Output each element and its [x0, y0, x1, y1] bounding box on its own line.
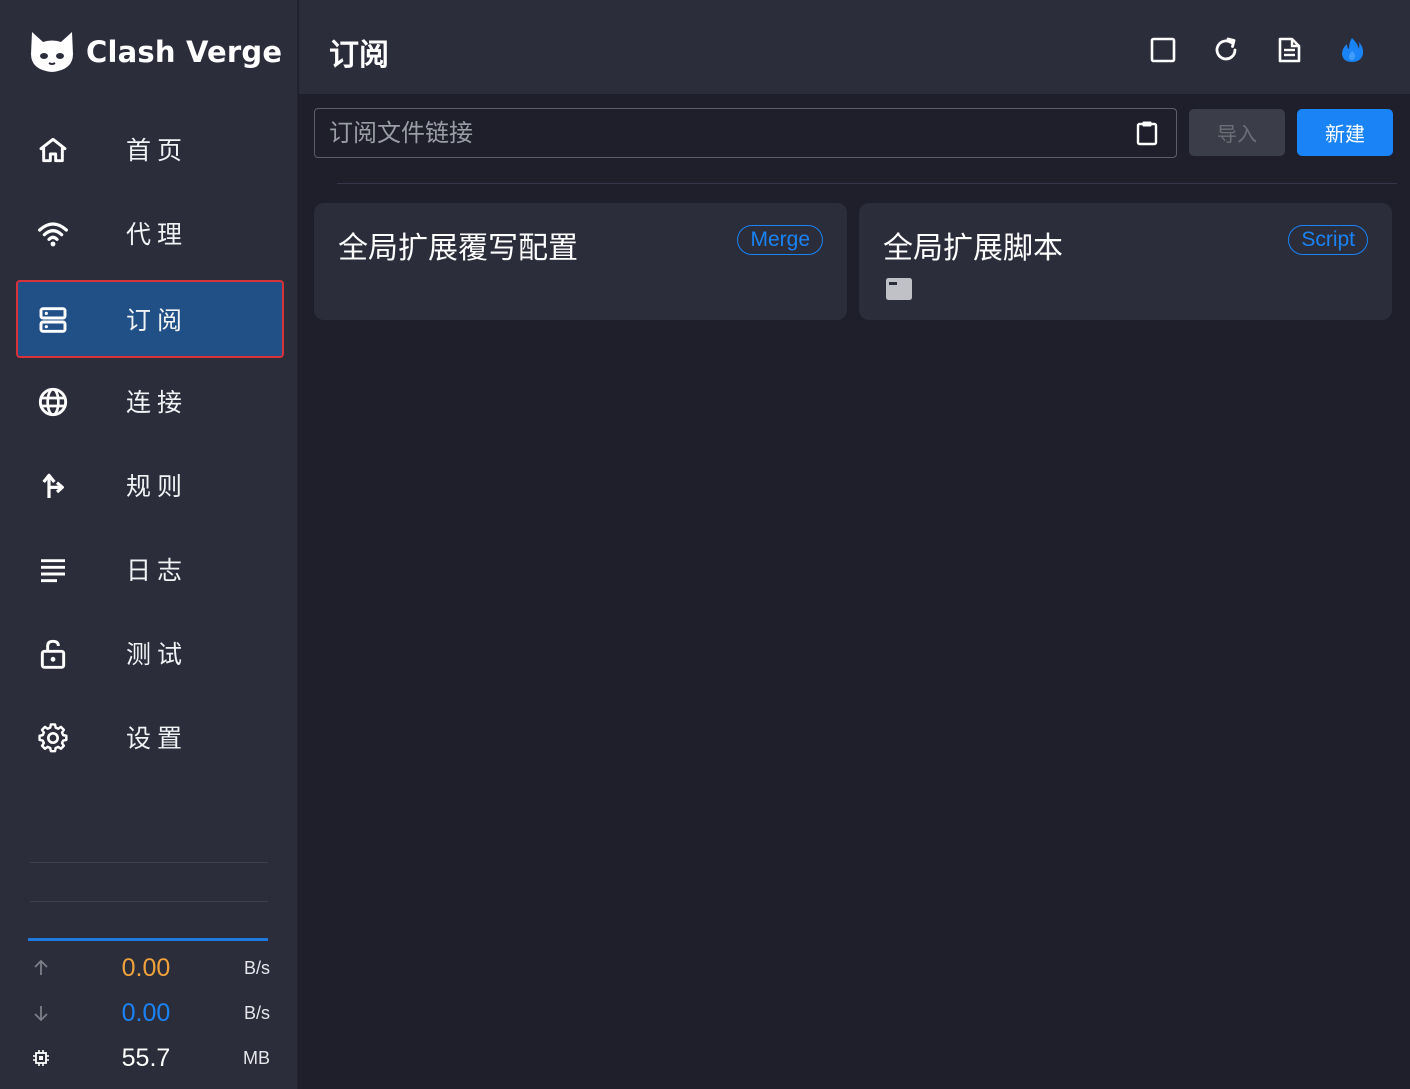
download-speed-value: 0.00 [121, 998, 171, 1027]
refresh-button[interactable] [1208, 32, 1244, 68]
sidebar-item-label: 首页 [126, 136, 189, 165]
upload-speed-value: 0.00 [121, 953, 171, 982]
sidebar-item-proxy[interactable]: 代理 [18, 196, 282, 270]
cat-logo-icon [31, 32, 73, 72]
card-type-badge: Merge [737, 225, 823, 255]
import-button[interactable]: 导入 [1189, 109, 1285, 156]
script-file-icon [886, 278, 912, 300]
card-type-badge: Script [1288, 225, 1368, 255]
subscription-url-input[interactable] [329, 109, 1109, 157]
sidebar-divider [30, 862, 268, 863]
list-icon [35, 554, 71, 586]
card-title: 全局扩展脚本 [883, 231, 1063, 266]
app-logo: Clash Verge [28, 28, 282, 76]
square-icon [1150, 37, 1176, 63]
fork-icon [35, 470, 71, 502]
page-title: 订阅 [329, 38, 389, 73]
sidebar-item-rules[interactable]: 规则 [18, 448, 282, 522]
toggle-window-button[interactable] [1145, 32, 1181, 68]
refresh-icon [1215, 37, 1237, 61]
sidebar-item-label: 订阅 [126, 306, 189, 335]
fire-button[interactable] [1334, 32, 1370, 68]
content-divider [337, 183, 1397, 184]
app-title: Clash Verge [86, 35, 283, 69]
sidebar-item-label: 代理 [126, 220, 189, 249]
fire-icon [1342, 38, 1364, 62]
gear-icon [35, 722, 71, 754]
sidebar-item-label: 设置 [126, 724, 189, 753]
arrow-up-icon [30, 957, 52, 979]
new-button[interactable]: 新建 [1297, 109, 1393, 156]
sidebar-item-test[interactable]: 测试 [18, 616, 282, 690]
view-log-button[interactable] [1271, 32, 1307, 68]
clipboard-icon [1136, 121, 1158, 146]
sidebar-item-label: 日志 [126, 556, 189, 585]
memory-value: 55.7 [121, 1043, 171, 1072]
header-bar: 订阅 [299, 0, 1410, 94]
arrow-down-icon [30, 1002, 52, 1024]
wifi-icon [35, 218, 71, 250]
upload-speed-unit: B/s [243, 957, 270, 978]
traffic-graph-line [28, 938, 268, 941]
lock-open-icon [35, 638, 71, 670]
paste-button[interactable] [1131, 117, 1163, 149]
memory-usage-row: 55.7 MB [28, 1040, 270, 1076]
subscription-url-field [314, 108, 1177, 158]
sidebar-item-label: 规则 [126, 472, 189, 501]
download-speed-row: 0.00 B/s [28, 995, 270, 1031]
sidebar-item-home[interactable]: 首页 [18, 112, 282, 186]
sidebar-item-subscriptions[interactable]: 订阅 [16, 280, 284, 358]
download-speed-unit: B/s [243, 1002, 270, 1023]
sidebar-item-settings[interactable]: 设置 [18, 700, 282, 774]
card-title: 全局扩展覆写配置 [338, 231, 578, 266]
sidebar-divider [30, 901, 268, 902]
chip-icon [30, 1047, 52, 1069]
sidebar-item-logs[interactable]: 日志 [18, 532, 282, 606]
script-profile-card[interactable]: 全局扩展脚本 Script [859, 203, 1392, 320]
sidebar-item-label: 测试 [126, 640, 189, 669]
globe-icon [35, 386, 71, 418]
sidebar: Clash Verge 首页 代理 订阅 连接 规则 日志 测试 设置 0.00… [0, 0, 298, 1089]
upload-speed-row: 0.00 B/s [28, 950, 270, 986]
memory-unit: MB [243, 1047, 270, 1068]
sidebar-item-connections[interactable]: 连接 [18, 364, 282, 438]
home-icon [35, 134, 71, 166]
sidebar-item-label: 连接 [126, 388, 189, 417]
merge-profile-card[interactable]: 全局扩展覆写配置 Merge [314, 203, 847, 320]
server-icon [35, 304, 71, 336]
document-icon [1278, 37, 1301, 63]
